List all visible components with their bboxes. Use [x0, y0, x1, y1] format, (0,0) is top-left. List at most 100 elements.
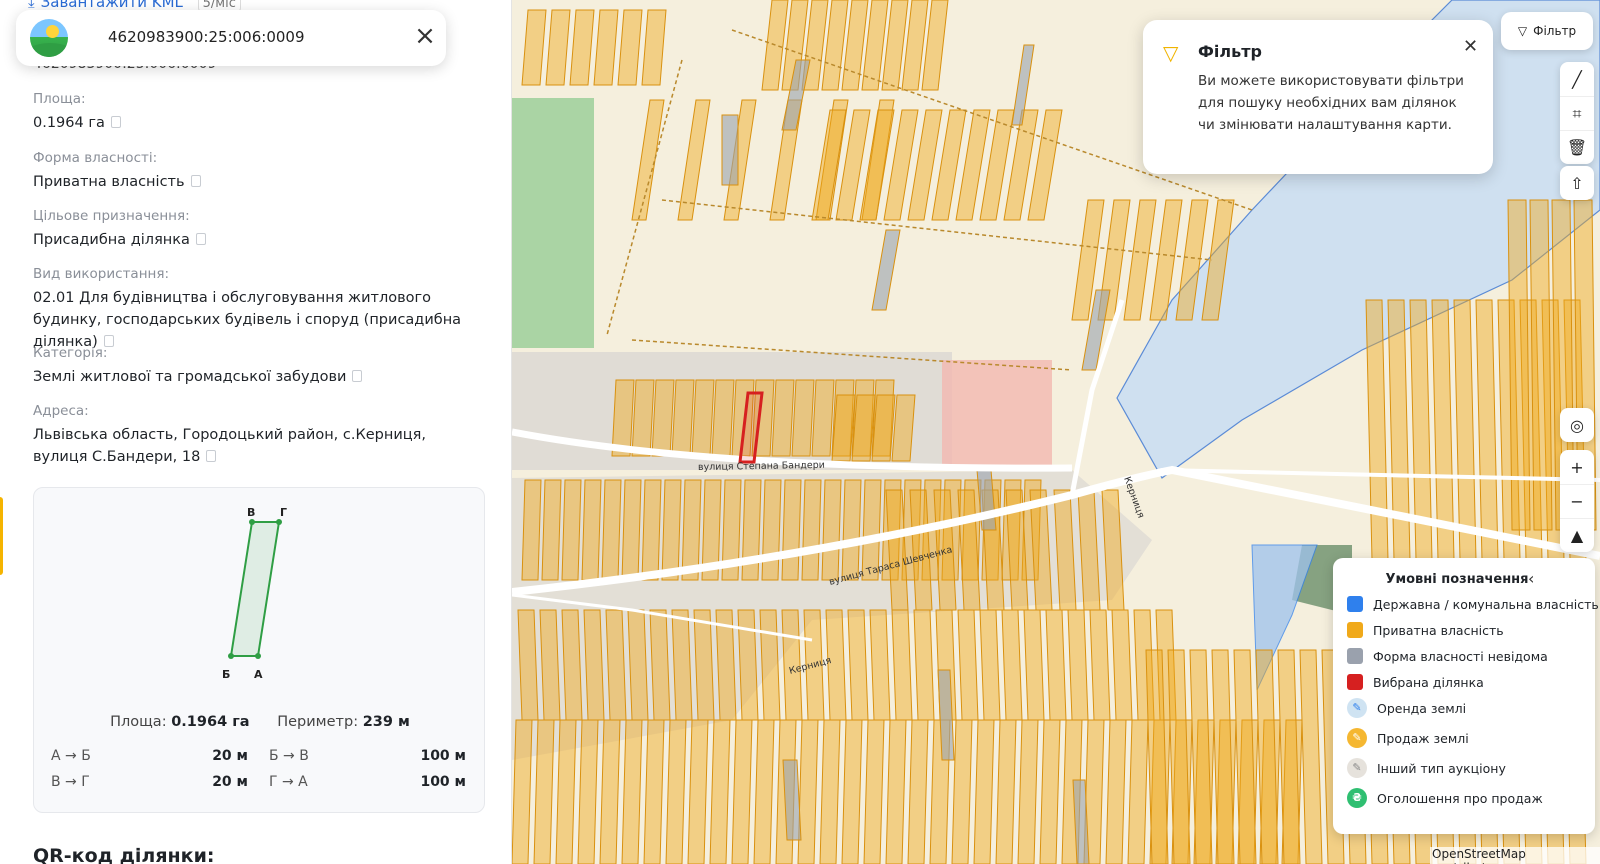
compass-icon[interactable]: ▲: [1560, 518, 1594, 552]
parcel-info-panel: ⤓ Завантажити KML 5/міс 4620983900:25:006…: [0, 0, 512, 864]
parcel: [631, 99, 665, 221]
parcel: [791, 379, 815, 457]
copy-icon[interactable]: [206, 450, 217, 462]
locate-icon[interactable]: ◎: [1560, 408, 1594, 442]
parcel: [677, 99, 711, 221]
filter-icon: ▽: [1163, 41, 1179, 65]
vertex-point: [255, 653, 261, 659]
parcel: [1123, 199, 1157, 321]
area-value: 0.1964 га: [171, 714, 250, 730]
legend-item-auction: ✎ Інший тип аукціону: [1347, 758, 1506, 778]
filter-button-label: Фільтр: [1533, 24, 1577, 38]
app-logo: [30, 19, 68, 57]
edge-name: Г → А: [269, 774, 308, 790]
parcel: [583, 609, 605, 721]
trash-icon[interactable]: 🗑: [1560, 130, 1594, 164]
parcel: [1023, 609, 1045, 721]
filter-popup: ▽ Фільтр ✕ Ви можете використовувати філ…: [1143, 20, 1493, 174]
parcel: [1001, 609, 1023, 721]
copy-icon[interactable]: [352, 370, 363, 382]
property-label: Адреса:: [33, 403, 89, 419]
parcel: [1453, 299, 1477, 561]
parcel: [605, 609, 627, 721]
parcel: [871, 229, 901, 311]
parcel: [1255, 649, 1279, 864]
parcel: [561, 479, 582, 581]
parcel-header-card: 4620983900:25:006:0009 ×: [16, 10, 446, 66]
parcel: [671, 379, 695, 457]
parcel: [709, 719, 731, 864]
parcel: [891, 609, 913, 721]
legend-swatch: [1347, 648, 1363, 664]
parcel: [687, 719, 709, 864]
property-label: Вид використання:: [33, 266, 170, 282]
filter-icon: ▽: [1517, 24, 1528, 38]
legend-item-listing: ₴ Оголошення про продаж: [1347, 788, 1543, 808]
parcel: [621, 719, 643, 864]
parcel: [1167, 649, 1191, 864]
edge-length: 100 м: [420, 748, 466, 764]
ruler-icon[interactable]: ╱: [1560, 62, 1594, 96]
parcel: [1105, 719, 1127, 864]
close-icon[interactable]: ×: [412, 23, 438, 50]
zoom-out-icon[interactable]: −: [1560, 484, 1594, 518]
parcel: [521, 479, 542, 581]
parcel: [863, 719, 885, 864]
property-purpose: Цільове призначення: Присадибна ділянка: [33, 207, 483, 251]
property-label: Форма власності:: [33, 150, 158, 166]
copy-icon[interactable]: [110, 116, 121, 128]
share-toolbar: ⇧: [1560, 166, 1594, 200]
parcel: [533, 719, 555, 864]
close-icon[interactable]: ✕: [1463, 36, 1478, 57]
rent-icon: ✎: [1347, 698, 1367, 718]
legend-label: Продаж землі: [1377, 730, 1469, 746]
legend-label: Оренда землі: [1377, 700, 1467, 716]
parcel: [801, 479, 822, 581]
parcel: [1045, 609, 1067, 721]
copy-icon[interactable]: [190, 175, 201, 187]
vertex-point: [276, 519, 282, 525]
parcel: [517, 609, 539, 721]
zoom-in-icon[interactable]: +: [1560, 450, 1594, 484]
legend-item-private: Приватна власність: [1347, 622, 1504, 638]
parcel: [617, 9, 643, 86]
parcel: [631, 379, 655, 457]
filter-button[interactable]: ▽ Фільтр: [1501, 12, 1593, 50]
parcel: [957, 609, 979, 721]
parcel: [811, 379, 835, 457]
parcel: [1211, 649, 1235, 864]
area-label: Площа:: [110, 714, 167, 730]
legend-label: Інший тип аукціону: [1377, 760, 1506, 776]
parcel: [561, 609, 583, 721]
copy-icon[interactable]: [195, 233, 206, 245]
parcel: [693, 609, 715, 721]
polygon-icon[interactable]: ⌗: [1560, 96, 1594, 130]
chevron-left-icon[interactable]: ‹: [1528, 569, 1534, 588]
legend-item-state: Державна / комунальна власність: [1347, 596, 1599, 612]
parcel: [1017, 719, 1039, 864]
edge-name: Б → В: [269, 748, 309, 764]
parcel: [761, 479, 782, 581]
map-attribution[interactable]: OpenStreetMap contributors: [1430, 847, 1600, 864]
parcel: [1039, 719, 1061, 864]
vertex-point: [249, 519, 255, 525]
forest-area: [512, 98, 594, 348]
parcel: [661, 479, 682, 581]
edge-name: А → Б: [51, 748, 91, 764]
legend-label: Державна / комунальна власність: [1373, 596, 1599, 612]
parcel: [913, 609, 935, 721]
parcel: [869, 609, 891, 721]
parcel: [577, 719, 599, 864]
parcel: [821, 479, 842, 581]
property-area: Площа: 0.1964 га: [33, 90, 483, 134]
parcel: [847, 609, 869, 721]
share-icon[interactable]: ⇧: [1560, 166, 1594, 200]
parcel: [1507, 199, 1531, 531]
map-legend: Умовні позначення ‹ Державна / комунальн…: [1333, 558, 1599, 834]
auction-icon: ✎: [1347, 758, 1367, 778]
perimeter-label: Периметр:: [277, 714, 359, 730]
legend-item-unknown: Форма власності невідома: [1347, 648, 1548, 664]
parcel: [1127, 719, 1149, 864]
parcel: [885, 719, 907, 864]
plot-shape-card: В Г Б А Площа: 0.1964 га Периметр: 239 м…: [33, 487, 485, 813]
